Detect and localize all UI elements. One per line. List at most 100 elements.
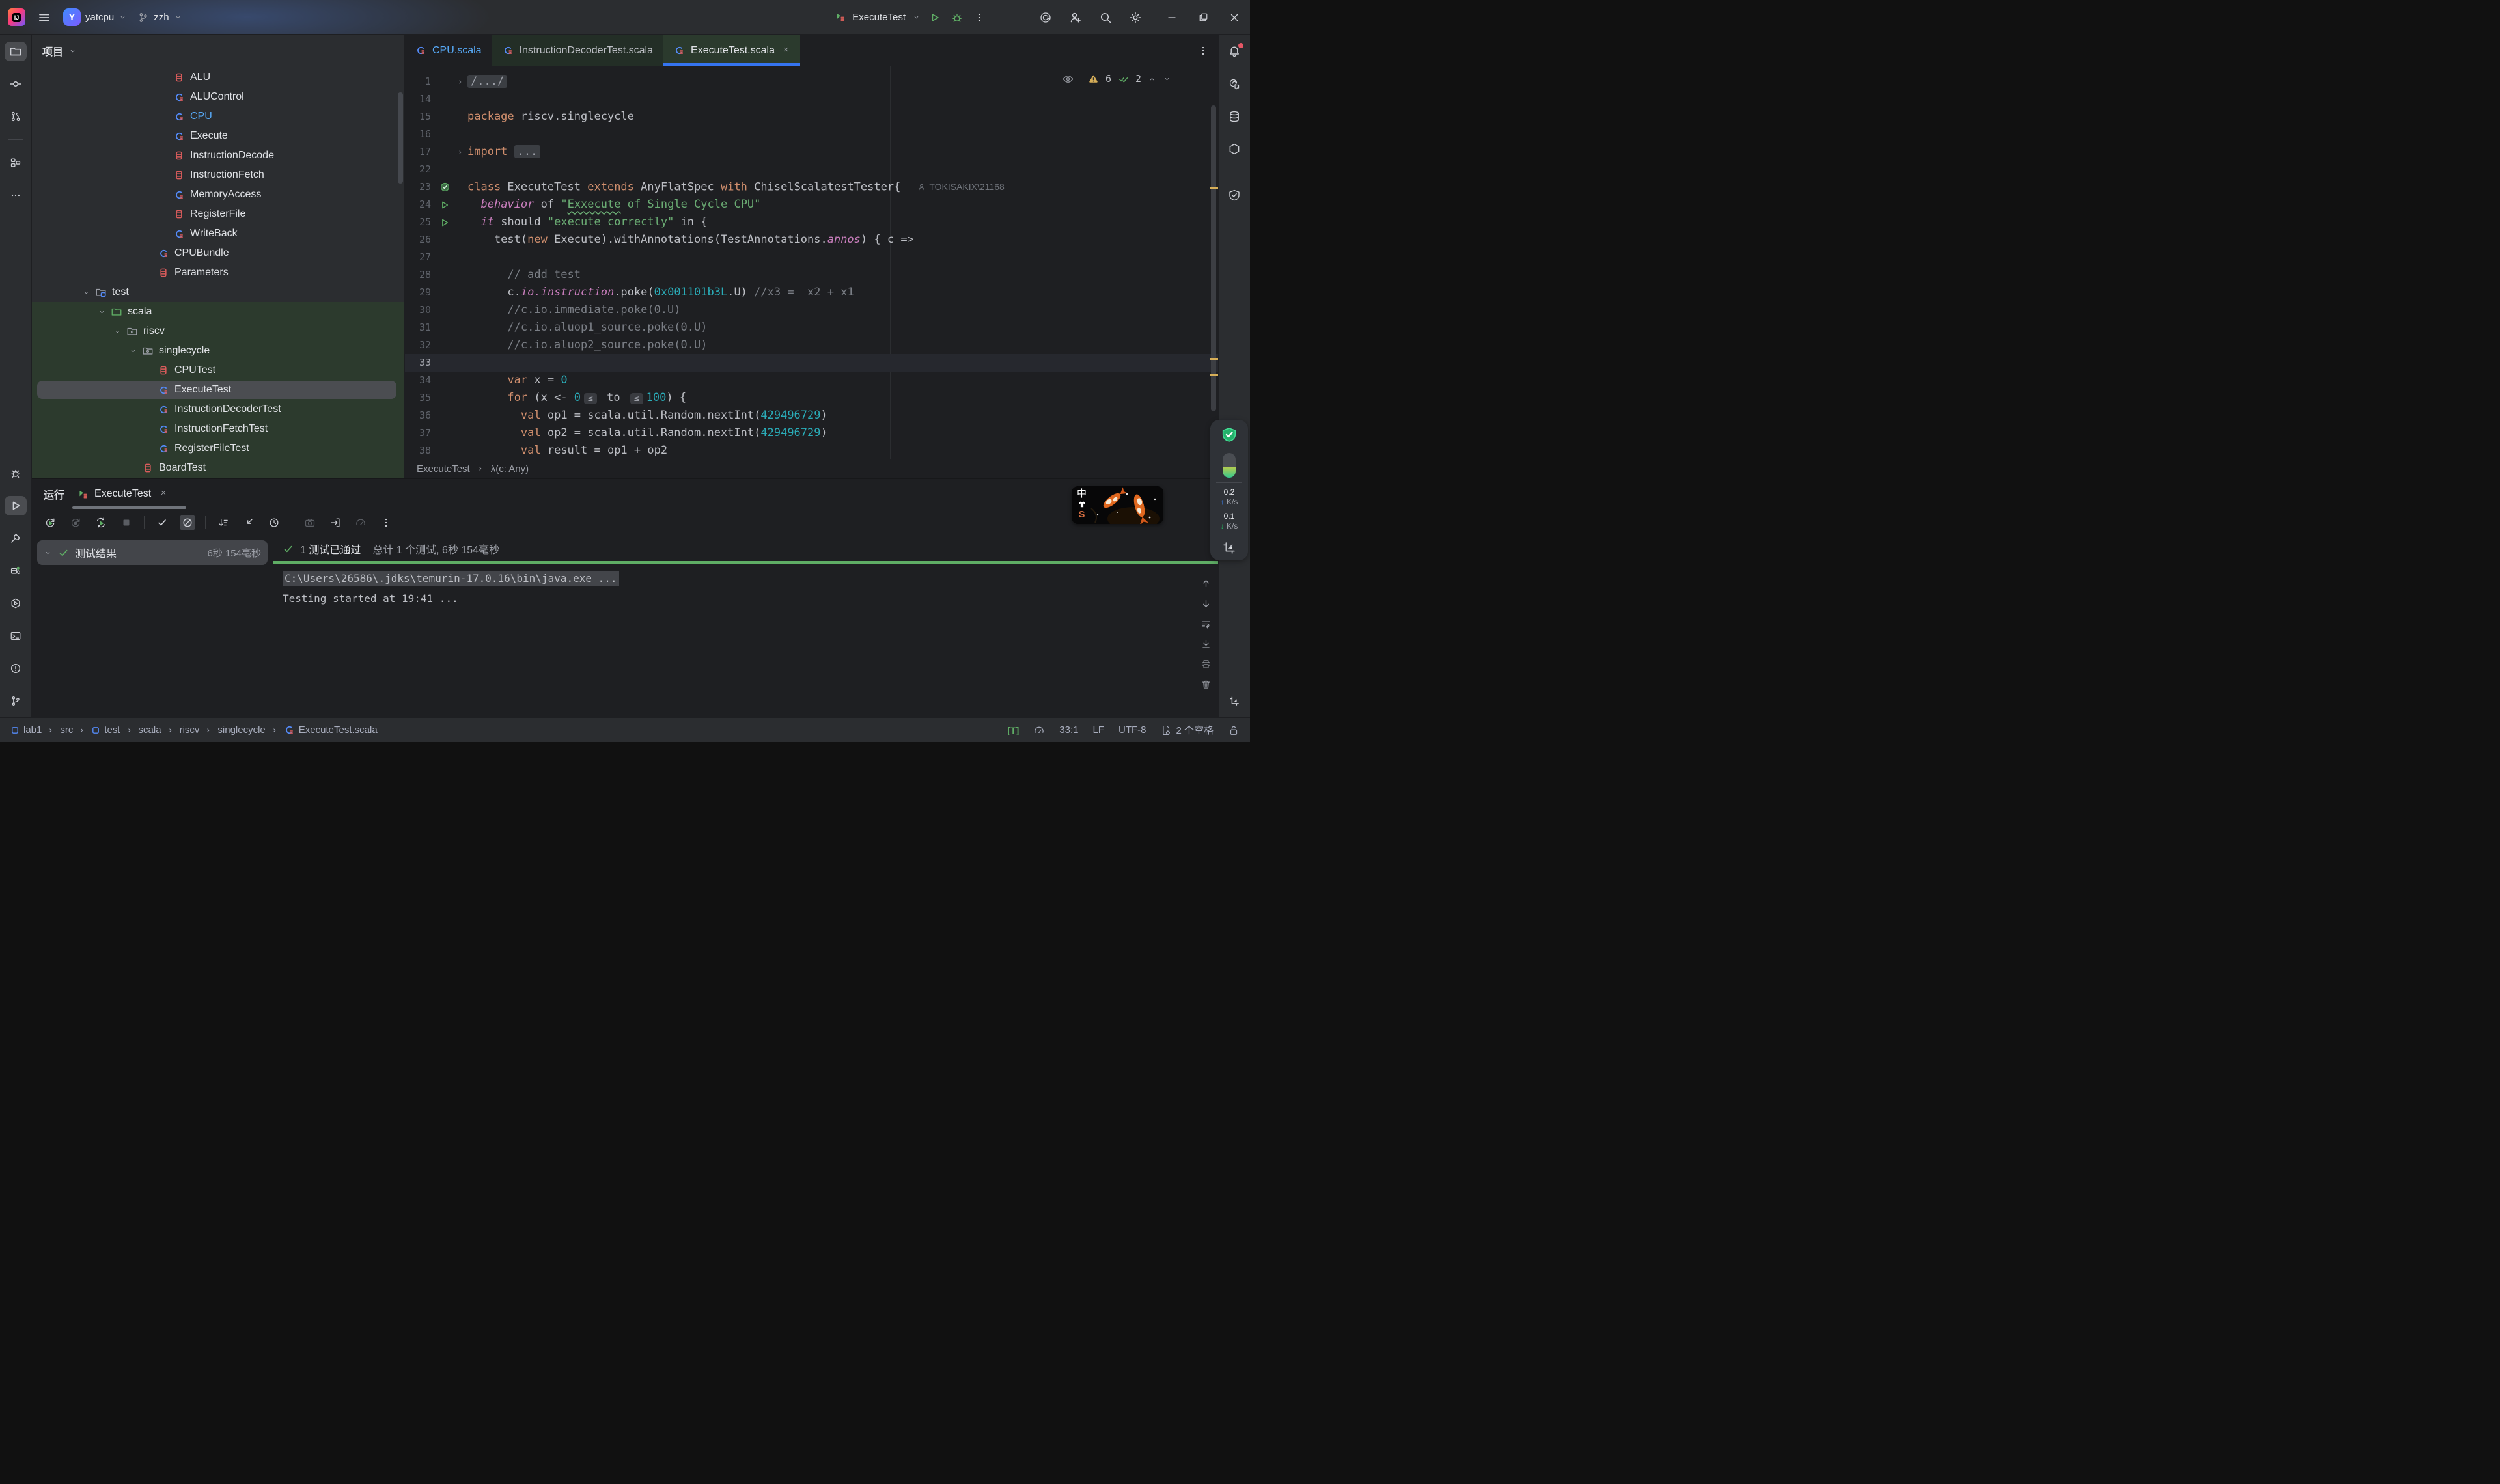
build-tool-button[interactable] xyxy=(5,529,27,548)
project-view-selector[interactable] xyxy=(68,47,77,55)
run-tab-close-icon[interactable] xyxy=(160,488,167,500)
structure-tool-button[interactable] xyxy=(5,153,27,172)
indent-setting[interactable]: 2 个空格 xyxy=(1160,723,1214,737)
scroll-down-button[interactable] xyxy=(1201,598,1212,609)
close-button[interactable] xyxy=(1219,0,1250,35)
print-button[interactable] xyxy=(1201,659,1212,670)
rerun-button[interactable] xyxy=(42,515,58,530)
test-results-row[interactable]: 测试结果 6秒 154毫秒 xyxy=(37,540,268,565)
project-tool-button[interactable] xyxy=(5,42,27,61)
tree-item-cpubundle[interactable]: CPUBundle xyxy=(32,243,404,263)
status-crumb-executetest.scala[interactable]: ExecuteTest.scala xyxy=(284,724,378,735)
tree-item-cpu[interactable]: CPU xyxy=(32,107,404,126)
line-ending[interactable]: LF xyxy=(1092,724,1104,735)
tree-item-registerfile[interactable]: RegisterFile xyxy=(32,204,404,224)
status-crumb-riscv[interactable]: riscv xyxy=(180,724,200,735)
code-line-22[interactable]: 22 xyxy=(405,161,1218,178)
highlighting-level-button[interactable] xyxy=(1062,73,1074,85)
ime-skin-icon[interactable] xyxy=(1077,500,1087,509)
soft-wrap-button[interactable] xyxy=(1201,618,1212,629)
pull-requests-tool-button[interactable] xyxy=(5,107,27,126)
tree-item-boardtest[interactable]: BoardTest xyxy=(32,458,404,478)
more-tools-button[interactable] xyxy=(5,186,27,205)
tab-cpu-scala[interactable]: CPU.scala xyxy=(405,35,492,66)
status-crumb-test[interactable]: test xyxy=(91,724,120,735)
tab-options-button[interactable] xyxy=(1197,45,1209,57)
tree-item-test[interactable]: test xyxy=(32,282,404,302)
search-everywhere-button[interactable] xyxy=(1099,11,1112,24)
run-test-gutter-icon[interactable] xyxy=(439,200,450,210)
run-anything-tool-button[interactable] xyxy=(5,594,27,613)
database-tool-button[interactable] xyxy=(1223,107,1245,126)
tree-item-scala[interactable]: scala xyxy=(32,302,404,322)
run-tool-button[interactable] xyxy=(5,496,27,515)
tab-instructiondecodertest-scala[interactable]: InstructionDecoderTest.scala xyxy=(492,35,663,66)
layout-button[interactable] xyxy=(1223,691,1245,711)
code-line-38[interactable]: 38 val result = op1 + op2 xyxy=(405,442,1218,459)
tree-item-instructiondecodertest[interactable]: InstructionDecoderTest xyxy=(32,400,404,419)
run-config-name[interactable]: ExecuteTest xyxy=(852,12,906,23)
branch-widget[interactable]: zzh xyxy=(137,12,182,23)
chevron-down-icon[interactable] xyxy=(79,288,93,297)
chevron-down-icon[interactable] xyxy=(94,308,109,316)
breadcrumb[interactable]: λ(c: Any) xyxy=(491,463,529,474)
debug-tool-button[interactable] xyxy=(5,463,27,483)
screenshot-button[interactable] xyxy=(302,515,318,530)
run-button[interactable] xyxy=(927,10,943,25)
console-output[interactable]: C:\Users\26586\.jdks\temurin-17.0.16\bin… xyxy=(273,564,1218,717)
editor-scrollbar[interactable] xyxy=(1211,105,1216,411)
tree-item-instructionfetch[interactable]: InstructionFetch xyxy=(32,165,404,185)
show-ignored-button[interactable] xyxy=(180,515,195,530)
scroll-to-end-button[interactable] xyxy=(1201,639,1212,650)
restore-button[interactable] xyxy=(1188,0,1219,35)
code-line-34[interactable]: 34 var x = 0 xyxy=(405,372,1218,389)
code-vision-author[interactable]: TOKISAKIX\21168 xyxy=(917,178,1004,196)
warning-stripe-mark[interactable] xyxy=(1210,358,1218,360)
code-line-35[interactable]: 35 for (x <- 0≤ to ≤100) { xyxy=(405,389,1218,407)
hamburger-menu-icon[interactable] xyxy=(36,9,53,26)
status-crumb-src[interactable]: src xyxy=(60,724,73,735)
warning-stripe-mark[interactable] xyxy=(1210,187,1218,189)
ime-brand-logo[interactable]: S xyxy=(1079,510,1085,519)
run-more-button[interactable] xyxy=(971,10,987,25)
tree-item-alucontrol[interactable]: ALUControl xyxy=(32,87,404,107)
code-line-27[interactable]: 27 xyxy=(405,249,1218,266)
notifications-button[interactable] xyxy=(1223,42,1245,61)
tree-item-cputest[interactable]: CPUTest xyxy=(32,361,404,380)
minimize-button[interactable] xyxy=(1156,0,1188,35)
tree-item-instructiondecode[interactable]: InstructionDecode xyxy=(32,146,404,165)
collapse-all-button[interactable] xyxy=(241,515,257,530)
code-line-25[interactable]: 25 it should "execute correctly" in { xyxy=(405,213,1218,231)
fold-arrow-icon[interactable] xyxy=(456,148,464,156)
chevron-down-icon[interactable] xyxy=(126,347,140,355)
code-line-24[interactable]: 24 behavior of "Exxecute of Single Cycle… xyxy=(405,196,1218,213)
run-test-gutter-icon[interactable] xyxy=(439,182,451,193)
chevron-down-icon[interactable] xyxy=(110,327,124,336)
security-badge-icon[interactable] xyxy=(1221,426,1238,443)
tree-item-executetest[interactable]: ExecuteTest xyxy=(32,380,404,400)
status-crumb-lab1[interactable]: lab1 xyxy=(10,724,42,735)
code-line-37[interactable]: 37 val op2 = scala.util.Random.nextInt(4… xyxy=(405,424,1218,442)
tab-close-icon[interactable] xyxy=(782,45,790,57)
scroll-up-button[interactable] xyxy=(1201,578,1212,589)
code-line-16[interactable]: 16 xyxy=(405,126,1218,143)
memory-indicator[interactable] xyxy=(1033,724,1045,736)
code-line-28[interactable]: 28 // add test xyxy=(405,266,1218,284)
tree-item-registerfiletest[interactable]: RegisterFileTest xyxy=(32,439,404,458)
readonly-toggle[interactable] xyxy=(1228,724,1240,736)
settings-button[interactable] xyxy=(1129,11,1142,24)
tree-item-execute[interactable]: Execute xyxy=(32,126,404,146)
code-line-17[interactable]: 17import ... xyxy=(405,143,1218,161)
tree-item-riscv[interactable]: riscv xyxy=(32,322,404,341)
import-tests-button[interactable] xyxy=(327,515,343,530)
code-line-26[interactable]: 26 test(new Execute).withAnnotations(Tes… xyxy=(405,231,1218,249)
tree-item-singlecycle[interactable]: singlecycle xyxy=(32,341,404,361)
status-crumb-singlecycle[interactable]: singlecycle xyxy=(217,724,265,735)
commit-tool-button[interactable] xyxy=(5,74,27,94)
toolbar-more-button[interactable] xyxy=(378,515,394,530)
run-tab-executetest[interactable]: ExecuteTest xyxy=(77,488,167,500)
prev-problem-button[interactable] xyxy=(1148,75,1156,83)
profiler-button[interactable] xyxy=(353,515,368,530)
tab-executetest-scala[interactable]: ExecuteTest.scala xyxy=(663,35,800,66)
screenshot-tool-icon[interactable] xyxy=(1222,541,1236,555)
